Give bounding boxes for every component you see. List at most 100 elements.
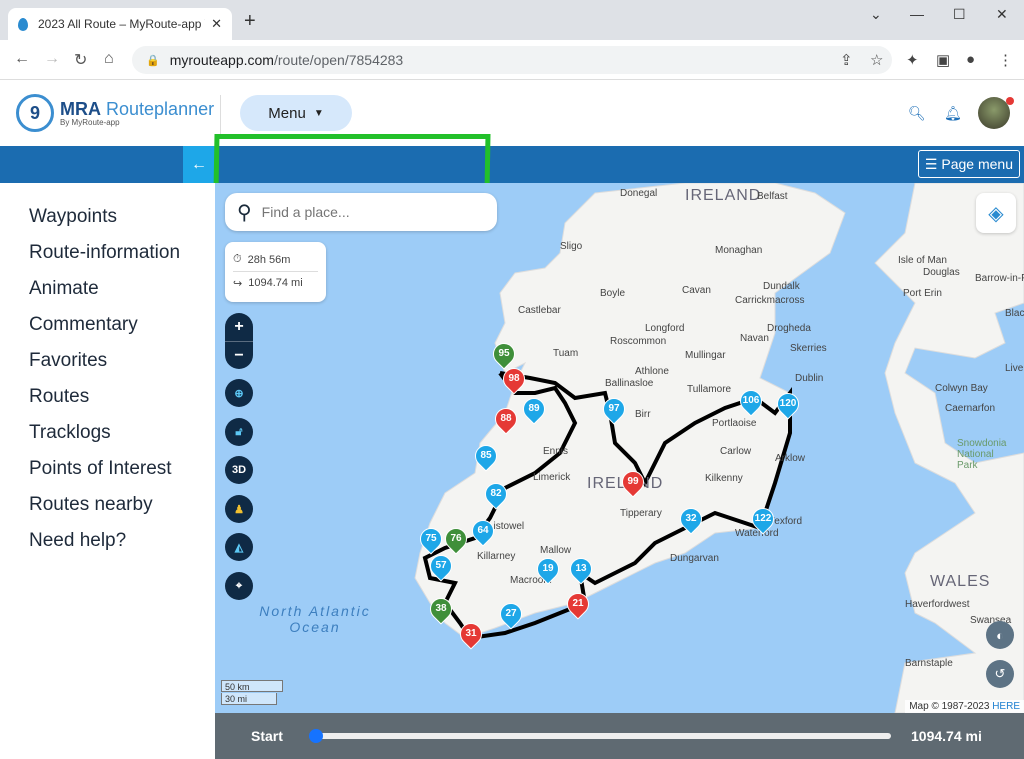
- zoom-control: + −: [225, 313, 253, 369]
- waypoint-number: 122: [754, 513, 772, 524]
- sidebar-item-commentary[interactable]: Commentary: [0, 313, 215, 349]
- street-view-button[interactable]: ♟: [225, 495, 253, 523]
- logo-name: Routeplanner: [106, 99, 215, 119]
- logo[interactable]: 9 MRA Routeplanner By MyRoute-app: [16, 94, 214, 132]
- waypoint-number: 31: [465, 628, 477, 639]
- menu-label: Menu: [268, 104, 306, 122]
- map-place-label: Tuam: [553, 348, 579, 359]
- forward-icon[interactable]: →: [44, 50, 60, 68]
- bookmark-star-icon[interactable]: ☆: [870, 51, 883, 69]
- waypoint-number: 19: [542, 563, 554, 574]
- map-place-label: Longford: [645, 323, 685, 334]
- profile-icon[interactable]: ●: [966, 51, 975, 68]
- map-place-label: Caernarfon: [945, 403, 996, 414]
- hamburger-icon: ☰: [924, 155, 938, 172]
- map-attribution: Map © 1987-2023 HERE: [905, 700, 1024, 713]
- sidebar-item-favorites[interactable]: Favorites: [0, 349, 215, 385]
- waypoint-number: 98: [508, 373, 520, 384]
- url-path: /route/open/7854283: [273, 52, 404, 68]
- sidebar-item-waypoints[interactable]: Waypoints: [0, 205, 215, 241]
- map-place-label: Boyle: [600, 288, 626, 299]
- map-place-label: Killarney: [477, 551, 516, 562]
- map-place-label: Dungarvan: [670, 553, 719, 564]
- map-place-label: Tipperary: [620, 508, 662, 519]
- sidebar-item-routes-nearby[interactable]: Routes nearby: [0, 493, 215, 529]
- map-place-label: Carrickmacross: [735, 295, 805, 306]
- notification-dot: [1006, 97, 1014, 105]
- chart-icon: ◭: [234, 541, 244, 554]
- avatar[interactable]: [978, 97, 1014, 129]
- add-waypoint-button[interactable]: ⊕: [225, 379, 253, 407]
- back-icon[interactable]: ←: [14, 50, 30, 68]
- minimize-icon[interactable]: —: [910, 6, 924, 22]
- sidebar-item-tracklogs[interactable]: Tracklogs: [0, 421, 215, 457]
- side-panel-icon[interactable]: ▣: [936, 51, 950, 69]
- find-place-input[interactable]: [261, 204, 472, 220]
- sidebar-item-need-help[interactable]: Need help?: [0, 529, 215, 565]
- more-menu-icon[interactable]: ⋮: [998, 51, 1013, 69]
- find-place-search[interactable]: ⚲: [225, 193, 497, 231]
- page-menu-button[interactable]: ☰ Page menu: [917, 150, 1020, 178]
- sidebar: Waypoints Route-information Animate Comment…: [0, 183, 215, 759]
- locate-button[interactable]: ⌖: [225, 572, 253, 600]
- close-tab-icon[interactable]: ✕: [211, 16, 222, 32]
- attribution-link[interactable]: HERE: [992, 701, 1020, 712]
- arrow-left-icon: ←: [191, 155, 207, 173]
- sidebar-item-points-of-interest[interactable]: Points of Interest: [0, 457, 215, 493]
- url-field[interactable]: 🔒 myrouteapp.com/route/open/7854283: [132, 46, 892, 74]
- waypoint-number: 89: [528, 403, 540, 414]
- map-place-label: Belfast: [757, 191, 788, 202]
- zoom-in-button[interactable]: +: [225, 313, 253, 341]
- logo-mark-icon: 9: [16, 94, 54, 132]
- zoom-out-button[interactable]: −: [225, 341, 253, 369]
- sidebar-item-routes[interactable]: Routes: [0, 385, 215, 421]
- sidebar-item-animate[interactable]: Animate: [0, 277, 215, 313]
- route-distance: 1094.74 mi: [248, 277, 303, 289]
- map-place-label: Roscommon: [610, 336, 667, 347]
- scale-km: 50 km: [221, 680, 283, 692]
- reload-icon[interactable]: ↻: [74, 50, 87, 70]
- bell-icon[interactable]: 🔔︎: [944, 105, 962, 122]
- waypoint-number: 64: [477, 525, 489, 536]
- 3d-label: 3D: [231, 464, 247, 476]
- layers-icon: ◈: [988, 202, 1004, 225]
- waypoint-number: 120: [779, 398, 797, 409]
- map-place-label: Isle of Man: [898, 255, 947, 266]
- close-window-icon[interactable]: ✕: [996, 6, 1008, 23]
- reset-rotation-button[interactable]: ↺: [986, 660, 1014, 688]
- extensions-icon[interactable]: ✦: [906, 51, 919, 69]
- tab-search-icon[interactable]: ⌄: [870, 6, 882, 23]
- browser-tab[interactable]: 2023 All Route – MyRoute-app W ✕: [8, 8, 232, 40]
- layers-button[interactable]: ◈: [976, 193, 1016, 233]
- collapse-sidebar-button[interactable]: ←: [183, 146, 215, 183]
- map-place-label: Dundalk: [763, 281, 800, 292]
- map-place-label: Monaghan: [715, 245, 763, 256]
- map-place-label: Carlow: [720, 446, 752, 457]
- search-icon[interactable]: 🔍︎: [908, 105, 926, 122]
- home-icon[interactable]: ⌂: [104, 50, 114, 68]
- map-place-label: Tullamore: [687, 384, 732, 395]
- slider-handle[interactable]: [309, 729, 323, 743]
- waypoint-number: 75: [425, 533, 437, 544]
- waypoint-number: 95: [498, 348, 510, 359]
- location-pin-icon: ⚲: [237, 201, 252, 224]
- elevation-button[interactable]: ◭: [225, 533, 253, 561]
- tab-title: 2023 All Route – MyRoute-app W: [38, 17, 206, 31]
- map[interactable]: IRELANDIRELANDWALESBelfastDonegalSligoMo…: [215, 183, 1024, 713]
- 3d-button[interactable]: 3D: [225, 456, 253, 484]
- map-place-label: Skerries: [790, 343, 827, 354]
- unlock-button[interactable]: 🔓︎: [225, 418, 253, 446]
- menu-button[interactable]: Menu ▼: [240, 95, 352, 131]
- map-place-label: Colwyn Bay: [935, 383, 988, 394]
- map-place-label: Athlone: [635, 366, 669, 377]
- waypoint-number: 85: [480, 450, 492, 461]
- map-place-label: Barrow-in-Furness: [975, 273, 1024, 284]
- new-tab-icon[interactable]: +: [244, 10, 256, 33]
- sidebar-item-route-information[interactable]: Route-information: [0, 241, 215, 277]
- route-progress-slider[interactable]: [309, 729, 891, 743]
- map-action-button[interactable]: ◐: [986, 621, 1014, 649]
- rotate-icon: ↺: [994, 666, 1006, 681]
- maximize-icon[interactable]: ☐: [953, 6, 966, 23]
- share-icon[interactable]: ⇪: [840, 51, 853, 69]
- compass-icon: ◐: [996, 627, 1004, 643]
